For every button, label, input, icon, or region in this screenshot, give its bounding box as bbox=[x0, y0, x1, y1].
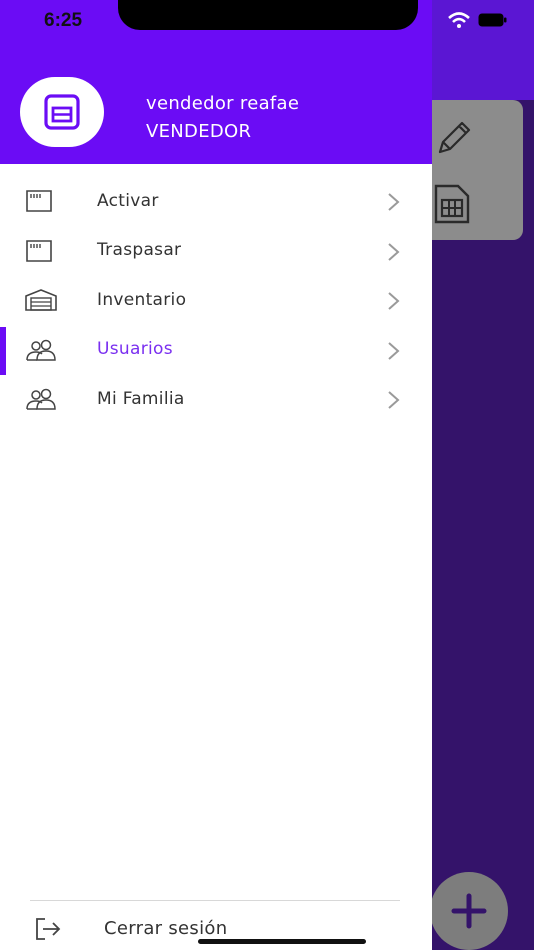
menu-item-label: Inventario bbox=[97, 289, 187, 310]
plus-icon bbox=[451, 893, 487, 929]
logout-icon bbox=[34, 916, 62, 946]
drawer-menu: Activar Traspasar Inventario Usuarios Mi… bbox=[0, 176, 432, 424]
menu-item-label: Mi Familia bbox=[97, 388, 185, 409]
warehouse-icon bbox=[24, 288, 57, 312]
device-notch bbox=[118, 0, 418, 30]
home-indicator bbox=[198, 939, 366, 944]
footer-divider bbox=[30, 900, 400, 901]
sim-card-icon[interactable] bbox=[432, 182, 472, 230]
menu-item-usuarios[interactable]: Usuarios bbox=[0, 325, 432, 374]
users-icon bbox=[24, 387, 56, 411]
menu-item-inventario[interactable]: Inventario bbox=[0, 275, 432, 325]
users-icon bbox=[24, 338, 56, 362]
user-name: vendedor reafae bbox=[146, 93, 300, 114]
sim-card-icon bbox=[24, 189, 54, 213]
wifi-icon bbox=[448, 12, 470, 28]
pencil-icon[interactable] bbox=[434, 118, 474, 162]
menu-item-mi-familia[interactable]: Mi Familia bbox=[0, 374, 432, 424]
menu-item-label: Usuarios bbox=[97, 339, 173, 360]
chevron-right-icon bbox=[386, 390, 400, 414]
logout-label: Cerrar sesión bbox=[104, 918, 228, 939]
chevron-right-icon bbox=[386, 341, 400, 365]
menu-item-traspasar[interactable]: Traspasar bbox=[0, 226, 432, 276]
chevron-right-icon bbox=[386, 242, 400, 266]
status-time: 6:25 bbox=[44, 10, 83, 31]
sim-card-icon bbox=[24, 239, 54, 263]
user-role: VENDEDOR bbox=[146, 121, 252, 142]
add-button[interactable] bbox=[430, 872, 508, 950]
chevron-right-icon bbox=[386, 291, 400, 315]
status-icons bbox=[448, 12, 508, 28]
avatar[interactable] bbox=[20, 77, 104, 147]
background-card[interactable] bbox=[420, 100, 523, 240]
menu-item-label: Traspasar bbox=[97, 240, 182, 261]
sim-card-icon bbox=[44, 94, 80, 130]
chevron-right-icon bbox=[386, 192, 400, 216]
menu-item-label: Activar bbox=[97, 190, 159, 211]
navigation-drawer: vendedor reafae VENDEDOR Activar Traspas… bbox=[0, 0, 432, 950]
menu-item-activar[interactable]: Activar bbox=[0, 176, 432, 226]
battery-icon bbox=[478, 13, 507, 27]
